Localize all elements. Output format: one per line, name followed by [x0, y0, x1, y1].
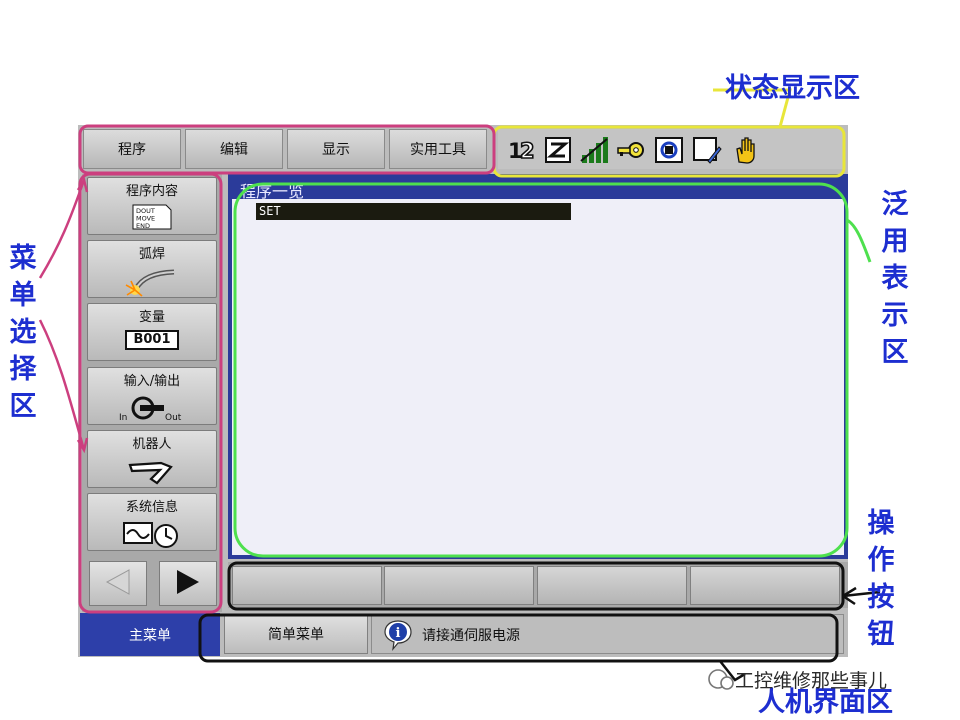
status-area-label: 状态显示区	[725, 73, 860, 104]
menu-leader-bottom	[38, 319, 86, 451]
annotation-overlay	[38, 88, 881, 690]
general-display-leader	[846, 218, 872, 263]
side-menu-outline	[78, 172, 223, 614]
general-display-area-label: 泛用表示区	[881, 189, 909, 368]
status-area-outline	[492, 125, 846, 178]
watermark-text: 工控维修那些事儿	[735, 670, 888, 692]
operation-buttons-label: 操作按钮	[867, 508, 895, 650]
menu-select-area-label: 菜单选择区	[9, 243, 37, 422]
menu-tabs-outline	[78, 124, 496, 175]
hmi-area-outline	[198, 613, 839, 663]
operation-buttons-outline	[227, 561, 845, 611]
general-display-outline	[233, 182, 849, 558]
menu-leader-top	[38, 179, 86, 279]
